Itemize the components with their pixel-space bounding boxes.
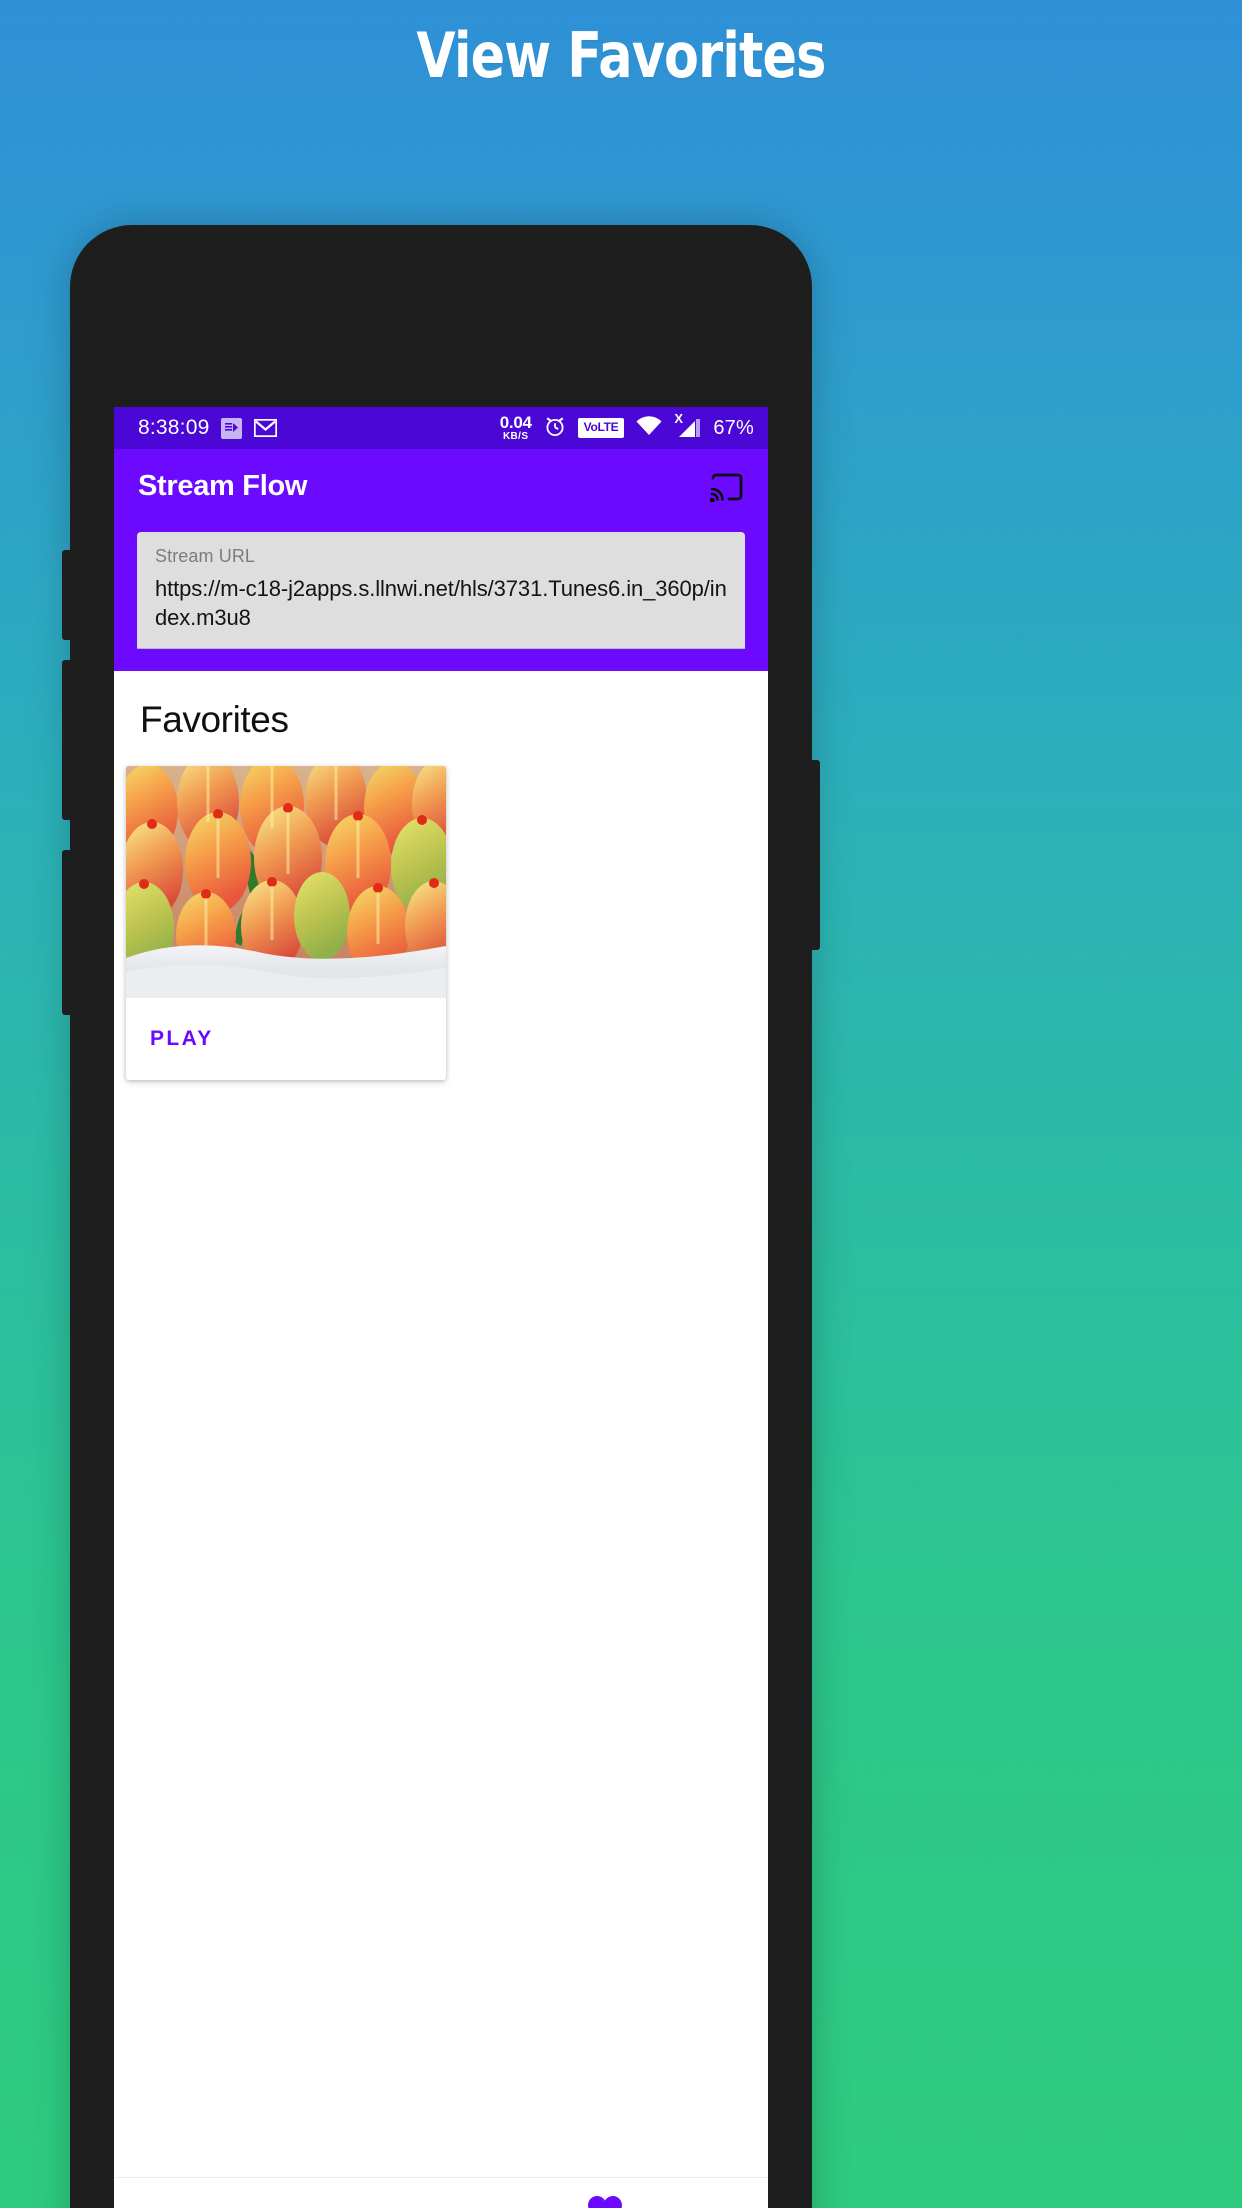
volume-down-button[interactable] <box>62 660 72 820</box>
phone-mockup: 8:38:09 0.04 KB/S VoLTE X 67% Stream Flo… <box>62 225 820 2208</box>
status-bar: 8:38:09 0.04 KB/S VoLTE X 67% <box>114 407 768 449</box>
device-screen: 8:38:09 0.04 KB/S VoLTE X 67% Stream Flo… <box>114 407 768 2208</box>
page-title: View Favorites <box>416 19 826 92</box>
stream-url-input[interactable]: Stream URL https://m-c18-j2apps.s.llnwi.… <box>137 532 745 650</box>
card-actions: PLAY <box>126 998 446 1080</box>
nav-item-home[interactable]: Home <box>114 2178 441 2208</box>
heart-icon <box>586 2194 624 2208</box>
cast-icon[interactable] <box>708 470 746 504</box>
gmail-icon <box>254 419 278 437</box>
status-bar-right: 0.04 KB/S VoLTE X 67% <box>500 412 754 443</box>
network-speed-value: 0.04 <box>499 413 532 432</box>
favorite-card[interactable]: PLAY <box>126 766 446 1081</box>
network-speed-indicator: 0.04 KB/S <box>500 414 532 442</box>
bottom-navigation: Home Favorite <box>114 2177 768 2208</box>
stream-url-label: Stream URL <box>155 546 256 566</box>
status-bar-left: 8:38:09 <box>138 416 278 440</box>
app-title: Stream Flow <box>138 470 308 502</box>
play-button[interactable]: PLAY <box>148 1021 216 1057</box>
volte-badge: VoLTE <box>577 418 625 438</box>
volume-up-button[interactable] <box>62 550 72 640</box>
app-bar: Stream Flow <box>114 449 768 524</box>
status-time: 8:38:09 <box>138 416 210 439</box>
stream-url-value: https://m-c18-j2apps.s.llnwi.net/hls/373… <box>155 576 727 631</box>
favorites-heading: Favorites <box>140 699 289 741</box>
battery-percentage: 67% <box>713 416 754 439</box>
power-button[interactable] <box>810 760 820 950</box>
tulips-thumbnail <box>126 766 446 999</box>
nav-item-favorite[interactable]: Favorite <box>441 2178 768 2208</box>
screen-record-icon <box>221 417 243 439</box>
wifi-icon <box>635 415 663 442</box>
alarm-clock-icon <box>543 414 567 443</box>
side-button[interactable] <box>62 850 72 1015</box>
url-panel: Stream URL https://m-c18-j2apps.s.llnwi.… <box>114 524 768 672</box>
network-speed-unit: KB/S <box>502 431 529 442</box>
signal-bars-icon: X <box>674 412 701 440</box>
content-area: Favorites PLAY <box>114 671 768 2177</box>
